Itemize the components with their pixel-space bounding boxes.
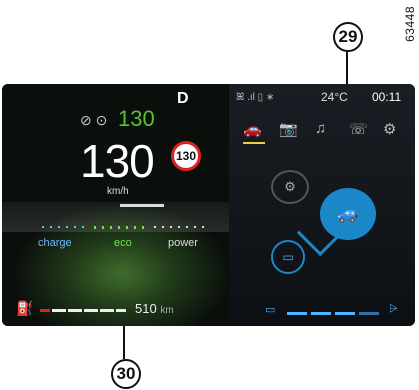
gear-icon: ⚙	[383, 121, 397, 138]
tab-vehicle[interactable]: 🚗	[243, 120, 262, 138]
limiter-icons: ⊘ ⊙	[80, 112, 108, 128]
gauge-label-eco: eco	[114, 237, 132, 249]
fuel-pump-icon: ⛽	[16, 300, 34, 316]
vehicle-energy-icon[interactable]: 🚙	[320, 188, 376, 240]
eco-gauge-needle	[120, 204, 164, 207]
phone-icon: ☏	[349, 121, 368, 138]
fuel-level-bar	[40, 309, 126, 312]
callout-30: 30	[111, 359, 141, 389]
gauge-label-power: power	[168, 237, 198, 249]
eco-gauge-ticks	[42, 226, 204, 229]
battery-regen-icon: ⩥	[389, 303, 398, 315]
callout-29: 29	[333, 22, 363, 52]
battery-meter-icon: ▭	[265, 304, 276, 316]
reference-code: 63448	[403, 6, 417, 42]
battery-icon: ▭	[271, 240, 305, 274]
tab-music[interactable]: ♫	[315, 120, 326, 137]
clock: 00:11	[372, 90, 402, 104]
set-speed: 130	[118, 106, 155, 131]
active-tab-indicator	[243, 142, 265, 144]
dashboard-screen: D ⊘ ⊙ 130 130 130 km/h charge eco power …	[2, 84, 415, 326]
car-icon: 🚗	[243, 121, 262, 138]
range-value: 510	[135, 301, 157, 316]
current-speed: 130	[80, 135, 155, 187]
gear-indicator: D	[177, 90, 189, 107]
speed-unit: km/h	[107, 186, 129, 197]
tab-settings[interactable]: ⚙	[383, 120, 396, 138]
range-readout: 510 km	[135, 301, 174, 316]
battery-level-bar	[287, 312, 379, 315]
music-icon: ♫	[315, 120, 327, 137]
camera-icon: 📷	[279, 121, 298, 138]
driver-display: D ⊘ ⊙ 130 130 130 km/h charge eco power …	[2, 84, 229, 326]
speed-limit-sign: 130	[171, 141, 201, 171]
status-icons: ꕤ .ıl ▯ ∗	[236, 92, 275, 103]
multimedia-panel: ꕤ .ıl ▯ ∗ 24°C 00:11 🚗 📷 ♫ ☏ ⚙ ⚙ 🚙 ▭ ▭ ⩥	[229, 84, 415, 326]
tab-phone[interactable]: ☏	[349, 120, 368, 138]
range-unit: km	[160, 305, 174, 316]
outside-temperature: 24°C	[321, 90, 348, 104]
tab-camera[interactable]: 📷	[279, 120, 298, 138]
engine-icon: ⚙	[271, 170, 309, 204]
gauge-label-charge: charge	[38, 237, 72, 249]
